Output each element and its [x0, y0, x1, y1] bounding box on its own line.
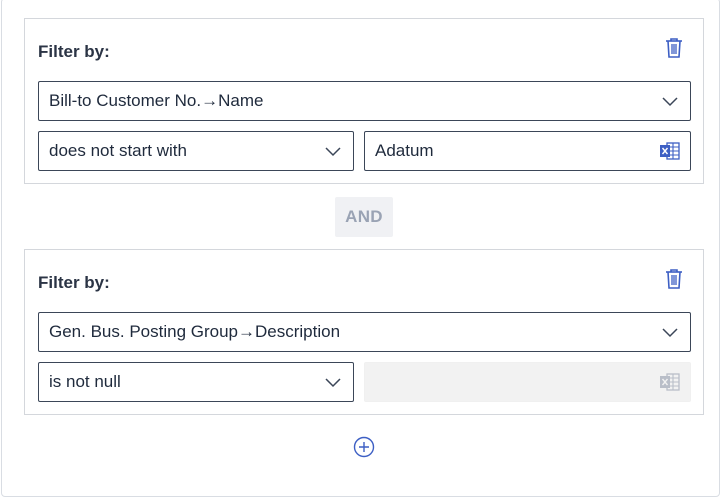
field-select-value: Bill-to Customer No.→Name [49, 91, 264, 110]
add-circle-icon[interactable] [353, 436, 375, 458]
filter-label: Filter by: [38, 273, 110, 292]
value-input-disabled [364, 362, 691, 402]
operator-select-value: does not start with [49, 141, 187, 160]
field-select-value: Gen. Bus. Posting Group→Description [49, 322, 341, 341]
filter-label: Filter by: [38, 42, 110, 61]
and-conjunction-button[interactable]: AND [335, 197, 393, 237]
chevron-down-icon [662, 97, 678, 107]
trash-icon[interactable] [664, 268, 684, 290]
filter-builder-panel: Filter by: Bill-to Customer No.→Name doe… [1, 0, 720, 497]
chevron-down-icon [325, 378, 341, 388]
field-select[interactable]: Gen. Bus. Posting Group→Description [38, 312, 691, 352]
filter-card-1: Filter by: Bill-to Customer No.→Name doe… [24, 18, 704, 184]
chevron-down-icon [325, 147, 341, 157]
value-input[interactable]: Adatum [364, 131, 691, 171]
operator-select[interactable]: is not null [38, 362, 354, 402]
field-select[interactable]: Bill-to Customer No.→Name [38, 81, 691, 121]
operator-select-value: is not null [49, 372, 121, 391]
operator-select[interactable]: does not start with [38, 131, 354, 171]
chevron-down-icon [662, 328, 678, 338]
value-input-text: Adatum [375, 141, 434, 160]
trash-icon[interactable] [664, 37, 684, 59]
excel-icon[interactable] [659, 141, 680, 161]
filter-card-2: Filter by: Gen. Bus. Posting Group→Descr… [24, 249, 704, 415]
excel-icon [660, 373, 680, 391]
